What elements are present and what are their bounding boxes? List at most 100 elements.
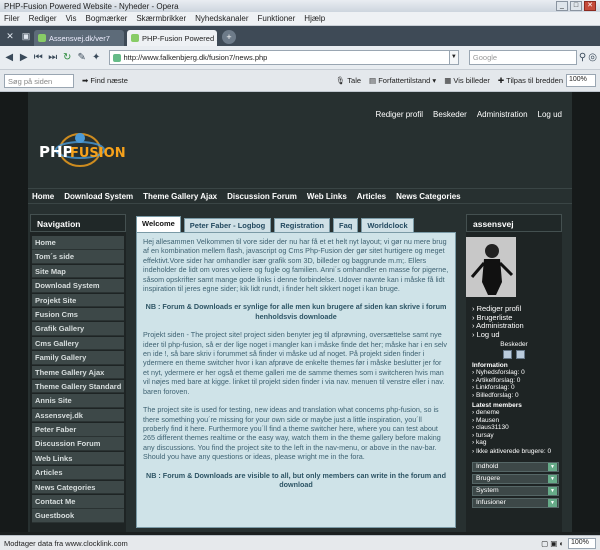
status-icons[interactable]: ▢ ▣ ◐ — [541, 539, 564, 548]
window-titlebar: PHP-Fusion Powered Website - Nyheder - O… — [0, 0, 600, 12]
sidebar-item[interactable]: Cms Gallery — [32, 336, 124, 351]
sidebar-item[interactable]: Discussion Forum — [32, 437, 124, 451]
sidebar-item[interactable]: Annis Site — [32, 394, 124, 408]
forward-icon[interactable]: ▶ — [18, 51, 31, 65]
status-zoom-select[interactable]: 100% — [568, 537, 596, 549]
address-toolbar: ◀ ▶ ⏮ ⏭ ↻ ✎ ✦ http://www.falkenbjerg.dk/… — [0, 46, 600, 70]
sidebar-item[interactable]: Tom´s side — [32, 250, 124, 264]
maximize-button[interactable]: □ — [570, 1, 582, 11]
tab-welcome[interactable]: Welcome — [136, 216, 181, 232]
sidebar-item[interactable]: Family Gallery — [32, 351, 124, 365]
find-next-button[interactable]: ➡ Find næste — [82, 76, 128, 85]
select-users[interactable]: Brugere ▼ — [472, 473, 559, 484]
inbox-icon[interactable] — [503, 350, 512, 359]
logo-php-text: PHP — [39, 143, 74, 161]
messages-label: Beskeder — [500, 341, 528, 348]
member-item[interactable]: › tursay — [472, 432, 562, 439]
tab-registration[interactable]: Registration — [274, 218, 330, 232]
rewind-icon[interactable]: ⏮ — [32, 51, 45, 65]
menu-bookmarks[interactable]: Bogmærker — [86, 14, 128, 23]
sidebar-item[interactable]: Contact Me — [32, 495, 124, 509]
nav-download[interactable]: Download System — [64, 192, 133, 201]
avatar[interactable] — [466, 237, 516, 297]
userbar-messages[interactable]: Beskeder — [433, 110, 467, 119]
menu-edit[interactable]: Rediger — [29, 14, 57, 23]
content-tabs: Welcome Peter Faber - Logbog Registratio… — [136, 214, 456, 232]
member-item[interactable]: › deneme — [472, 409, 562, 416]
message-icons — [466, 350, 562, 359]
select-infusions[interactable]: Infusioner ▼ — [472, 497, 559, 508]
sidebar-item[interactable]: Assensvej.dk — [32, 408, 124, 423]
address-field[interactable]: http://www.falkenbjerg.dk/fusion7/news.p… — [108, 50, 450, 65]
sidebar-item[interactable]: Guestbook — [32, 509, 124, 523]
tools-icon[interactable]: ✕ — [4, 30, 16, 42]
member-item[interactable]: › kag — [472, 439, 562, 446]
zoom-select[interactable]: 100% — [566, 74, 596, 87]
menu-help[interactable]: Hjælp — [304, 14, 325, 23]
nav-web-links[interactable]: Web Links — [307, 192, 347, 201]
site-nav-bar: Home Download System Theme Gallery Ajax … — [28, 188, 572, 204]
edit-icon[interactable]: ✎ — [76, 51, 89, 65]
wand-icon[interactable]: ✦ — [90, 51, 103, 65]
sidebar-item[interactable]: News Categories — [32, 480, 124, 495]
sidebar-item[interactable]: Theme Gallery Ajax — [32, 365, 124, 380]
user-link-logout[interactable]: › Log ud — [472, 330, 562, 340]
nav-home[interactable]: Home — [32, 192, 54, 201]
panel-icon[interactable]: ▣ — [20, 30, 32, 42]
userbar-edit-profile[interactable]: Rediger profil — [375, 110, 423, 119]
nav-articles[interactable]: Articles — [357, 192, 386, 201]
info-item: › Nyhedsforslag: 0 — [472, 369, 525, 377]
find-toolbar: Søg på siden ➡ Find næste 🎙 Tale ▤ Forfa… — [0, 70, 600, 92]
speak-button[interactable]: 🎙 Tale — [336, 76, 361, 85]
select-system[interactable]: System ▼ — [472, 485, 559, 496]
sidebar-item[interactable]: Articles — [32, 466, 124, 480]
sidebar-item[interactable]: Theme Gallery Standard — [32, 379, 124, 394]
sidebar-item[interactable]: Download System — [32, 279, 124, 293]
sidebar-item[interactable]: Fusion Cms — [32, 307, 124, 322]
show-images-button[interactable]: ▦ Vis billeder — [444, 76, 490, 85]
minimize-button[interactable]: _ — [556, 1, 568, 11]
sidebar-item[interactable]: Projekt Site — [32, 293, 124, 308]
member-item[interactable]: › claus31130 — [472, 424, 562, 431]
tab-php-fusion[interactable]: PHP-Fusion Powered ... ✖ — [127, 30, 217, 46]
close-window-button[interactable]: ✕ — [584, 1, 596, 11]
menu-widgets[interactable]: Skærmbrikker — [136, 14, 186, 23]
search-field[interactable]: Google — [468, 50, 577, 65]
php-fusion-logo[interactable]: PHP FUSION — [34, 128, 126, 176]
info-section: Information › Nyhedsforslag: 0 › Artikel… — [466, 362, 562, 456]
tab-logbog[interactable]: Peter Faber - Logbog — [183, 218, 272, 232]
nav-news-categories[interactable]: News Categories — [396, 192, 460, 201]
sidebar-item[interactable]: Grafik Gallery — [32, 322, 124, 336]
nav-forum[interactable]: Discussion Forum — [227, 192, 297, 201]
search-icon[interactable]: ⚲ — [579, 52, 586, 63]
back-icon[interactable]: ◀ — [3, 51, 16, 65]
nav-theme-gallery[interactable]: Theme Gallery Ajax — [143, 192, 217, 201]
tab-worldclock[interactable]: Worldclock — [361, 218, 414, 232]
reload-icon[interactable]: ↻ — [61, 51, 74, 65]
sidebar-item[interactable]: Peter Faber — [32, 423, 124, 437]
navigation-list: Home Tom´s side Site Map Download System Pro… — [30, 236, 126, 523]
fast-forward-icon[interactable]: ⏭ — [47, 51, 60, 65]
address-url: http://www.falkenbjerg.dk/fusion7/news.p… — [123, 53, 268, 62]
tab-faq[interactable]: Faq — [332, 218, 359, 232]
fit-width-button[interactable]: ✚ Tilpas til bredden — [498, 76, 563, 85]
status-bar: Modtager data fra www.clocklink.com ▢ ▣ … — [0, 535, 600, 550]
userbar-admin[interactable]: Administration — [477, 110, 528, 119]
new-tab-button[interactable]: + — [222, 30, 236, 44]
menu-view[interactable]: Vis — [66, 14, 77, 23]
opera-link-icon[interactable]: ◎ — [588, 52, 597, 63]
menu-tools[interactable]: Funktioner — [258, 14, 296, 23]
menu-file[interactable]: Filer — [4, 14, 20, 23]
sidebar-item[interactable]: Site Map — [32, 264, 124, 279]
sidebar-item[interactable]: Home — [32, 236, 124, 250]
address-dropdown-icon[interactable]: ▼ — [449, 50, 459, 65]
menu-feeds[interactable]: Nyhedskanaler — [195, 14, 248, 23]
find-input[interactable]: Søg på siden — [4, 73, 74, 88]
member-item[interactable]: › Mausen — [472, 417, 562, 424]
outbox-icon[interactable] — [516, 350, 525, 359]
sidebar-item[interactable]: Web Links — [32, 451, 124, 466]
tab-assensvej[interactable]: Assensvej.dk/ver7 — [34, 30, 124, 46]
author-mode-button[interactable]: ▤ Forfatter­tilstand ▾ — [369, 76, 436, 85]
userbar-logout[interactable]: Log ud — [538, 110, 562, 119]
select-content[interactable]: Indhold ▼ — [472, 461, 559, 472]
